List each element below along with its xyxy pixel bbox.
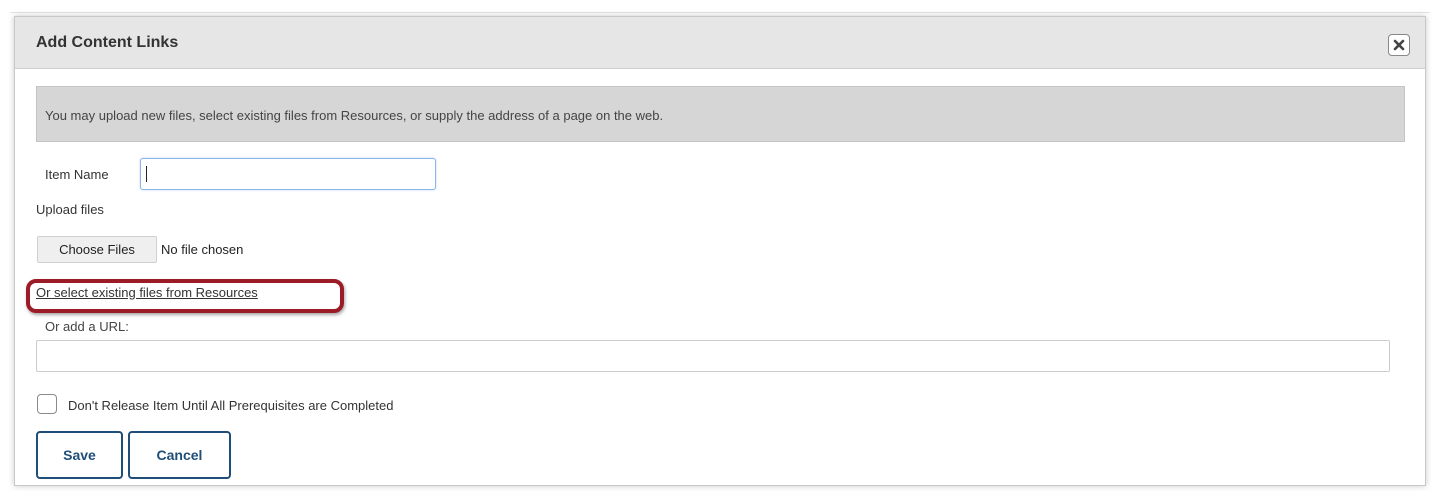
- choose-files-button[interactable]: Choose Files: [37, 236, 157, 263]
- instructions-banner: You may upload new files, select existin…: [36, 86, 1405, 142]
- prerequisites-label: Don't Release Item Until All Prerequisit…: [68, 398, 394, 413]
- cancel-button[interactable]: Cancel: [128, 431, 231, 479]
- add-content-links-dialog: Add Content Links You may upload new fil…: [14, 16, 1426, 486]
- url-input[interactable]: [36, 340, 1390, 372]
- instructions-text: You may upload new files, select existin…: [45, 108, 664, 123]
- dialog-titlebar: Add Content Links: [15, 17, 1425, 69]
- prerequisites-checkbox[interactable]: [37, 394, 57, 414]
- save-button[interactable]: Save: [36, 431, 123, 479]
- page-divider: [10, 12, 1430, 13]
- item-name-input[interactable]: [140, 158, 436, 190]
- item-name-label: Item Name: [45, 167, 109, 182]
- file-status-text: No file chosen: [161, 242, 244, 257]
- close-icon: [1393, 39, 1405, 51]
- url-label: Or add a URL:: [45, 319, 129, 334]
- dialog-title: Add Content Links: [36, 34, 179, 51]
- upload-files-label: Upload files: [36, 202, 104, 217]
- text-cursor: [146, 166, 147, 182]
- close-button[interactable]: [1388, 34, 1410, 56]
- select-from-resources-link[interactable]: Or select existing files from Resources: [36, 285, 258, 300]
